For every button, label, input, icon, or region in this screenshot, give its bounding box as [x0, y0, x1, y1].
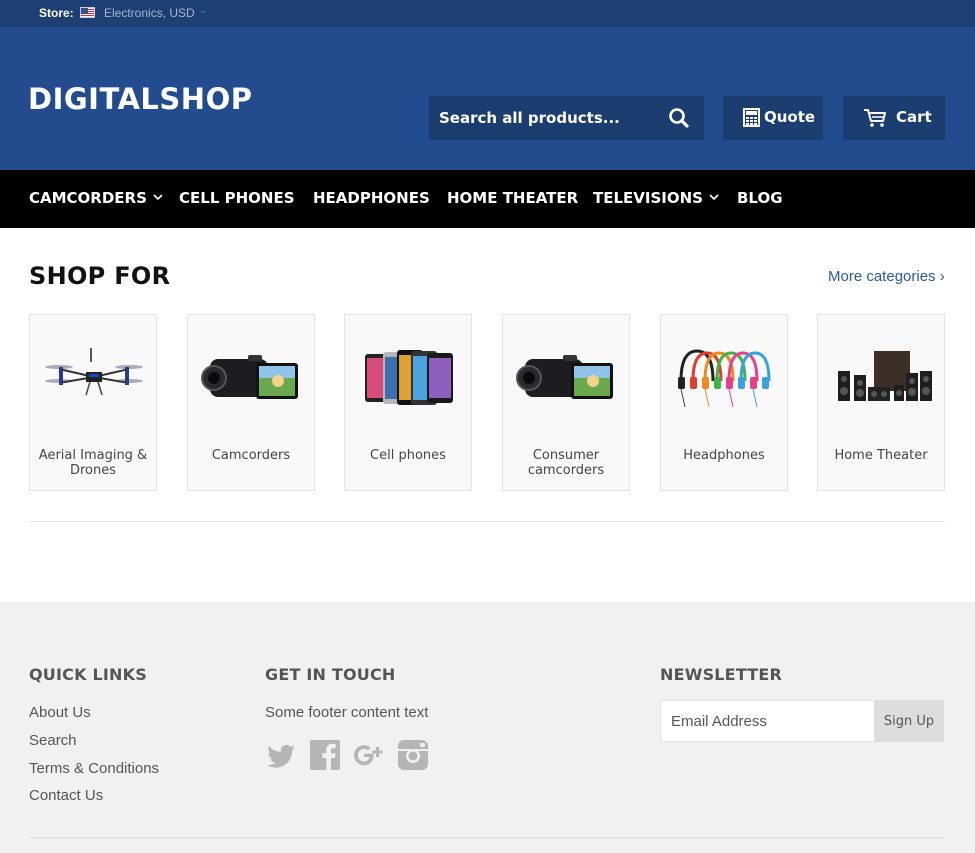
search-form: [429, 96, 704, 140]
instagram-icon[interactable]: [397, 739, 429, 771]
search-button[interactable]: [665, 104, 695, 132]
top-bar: Store: Electronics, USD ⌄: [0, 0, 975, 27]
category-card-home-theater[interactable]: Home Theater: [817, 314, 945, 491]
cart-button[interactable]: Cart: [843, 96, 945, 140]
twitter-icon[interactable]: [265, 739, 297, 771]
search-input[interactable]: [429, 96, 659, 140]
footer-contact-text: Some footer content text: [265, 704, 429, 721]
quote-label: Quote: [764, 108, 816, 126]
phones-image: [365, 350, 453, 405]
category-label: Camcorders: [211, 448, 291, 463]
nav-item-home-theater[interactable]: HOME THEATER: [447, 189, 578, 207]
more-categories-link[interactable]: More categories ›: [828, 268, 945, 285]
quote-button[interactable]: Quote: [723, 96, 823, 140]
footer-link-about-us[interactable]: About Us: [29, 704, 91, 721]
calculator-icon: [743, 108, 760, 127]
us-flag-icon: [80, 7, 95, 18]
store-chevron-icon[interactable]: ⌄: [199, 5, 207, 16]
store-label: Store:: [39, 6, 74, 20]
nav-item-label: HOME THEATER: [447, 189, 579, 207]
facebook-icon[interactable]: [309, 739, 341, 771]
site-header: DIGITALSHOP Quote Cart: [0, 27, 975, 170]
site-footer: QUICK LINKS About Us Search Terms & Cond…: [0, 602, 975, 853]
speakers-image: [838, 351, 932, 401]
category-label: Consumer camcorders: [527, 448, 605, 478]
footer-link-search[interactable]: Search: [29, 732, 77, 749]
email-field[interactable]: [660, 700, 874, 742]
search-icon: [669, 108, 689, 128]
footer-link-contact-us[interactable]: Contact Us: [29, 787, 103, 804]
nav-item-cell-phones[interactable]: CELL PHONES: [179, 189, 295, 207]
nav-item-blog[interactable]: BLOG: [737, 189, 783, 207]
headphones-image: [678, 349, 771, 408]
category-card-consumer-camcorders[interactable]: Consumer camcorders: [502, 314, 630, 491]
section-divider: [29, 521, 945, 522]
chevron-down-icon: [709, 194, 719, 201]
google-plus-icon[interactable]: [353, 739, 385, 771]
chevron-down-icon: [153, 194, 163, 201]
category-card-aerial-imaging[interactable]: Aerial Imaging & Drones: [29, 314, 157, 491]
section-title: SHOP FOR: [29, 262, 171, 290]
newsletter-heading: NEWSLETTER: [660, 665, 783, 684]
category-card-camcorders[interactable]: Camcorders: [187, 314, 315, 491]
category-label: Aerial Imaging & Drones: [38, 448, 148, 478]
footer-divider: [29, 837, 945, 838]
camcorder-image: [201, 355, 298, 399]
nav-item-label: CELL PHONES: [179, 189, 295, 207]
nav-item-camcorders[interactable]: CAMCORDERS: [29, 189, 163, 207]
nav-item-label: BLOG: [737, 189, 783, 207]
category-label: Home Theater: [834, 448, 928, 463]
cart-icon: [864, 109, 886, 127]
category-card-cell-phones[interactable]: Cell phones: [344, 314, 472, 491]
category-label: Headphones: [683, 448, 765, 463]
nav-item-televisions[interactable]: TELEVISIONS: [593, 189, 719, 207]
category-card-headphones[interactable]: Headphones: [660, 314, 788, 491]
main-nav: CAMCORDERS CELL PHONES HEADPHONES HOME T…: [0, 170, 975, 228]
quick-links-heading: QUICK LINKS: [29, 665, 147, 684]
site-logo[interactable]: DIGITALSHOP: [28, 82, 252, 116]
drone-image: [45, 348, 143, 396]
footer-link-terms[interactable]: Terms & Conditions: [29, 760, 159, 777]
category-label: Cell phones: [370, 448, 446, 463]
get-in-touch-heading: GET IN TOUCH: [265, 665, 396, 684]
nav-item-label: TELEVISIONS: [593, 189, 703, 207]
nav-item-headphones[interactable]: HEADPHONES: [313, 189, 430, 207]
sign-up-button[interactable]: Sign Up: [874, 700, 944, 742]
nav-item-label: CAMCORDERS: [29, 189, 147, 207]
camcorder-image: [516, 355, 613, 399]
nav-item-label: HEADPHONES: [313, 189, 430, 207]
store-selector[interactable]: Electronics, USD: [104, 6, 195, 20]
cart-label: Cart: [896, 108, 932, 126]
